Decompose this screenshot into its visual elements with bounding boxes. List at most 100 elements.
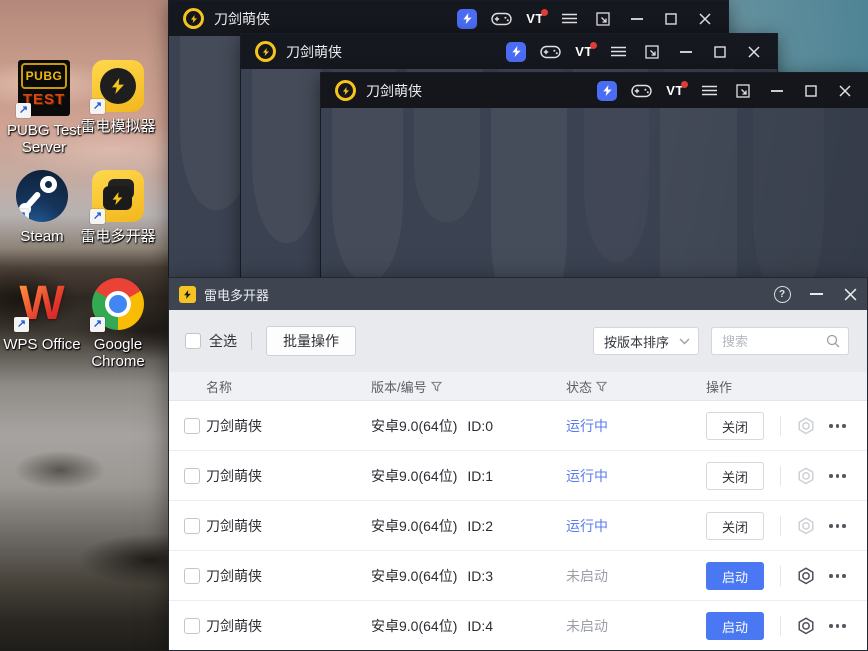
desktop-icon-label: Google Chrome — [91, 336, 145, 370]
stop-button[interactable]: 关闭 — [706, 512, 764, 540]
status-badge: 运行中 — [566, 518, 608, 534]
select-all-label: 全选 — [209, 333, 237, 349]
status-badge: 未启动 — [566, 618, 608, 634]
divider — [780, 516, 781, 536]
maximize-button[interactable] — [703, 34, 737, 69]
sort-dropdown[interactable]: 按版本排序 — [593, 327, 699, 355]
settings-gear-icon[interactable] — [797, 567, 815, 585]
dock-window-icon[interactable] — [635, 34, 669, 69]
column-header-version: 版本/编号 — [371, 372, 442, 401]
settings-gear-icon[interactable] — [797, 617, 815, 635]
instance-id: ID:1 — [467, 468, 494, 484]
start-button[interactable]: 启动 — [706, 562, 764, 590]
row-checkbox[interactable] — [184, 568, 200, 584]
divider — [780, 466, 781, 486]
dock-window-icon[interactable] — [726, 73, 760, 108]
select-all-checkbox[interactable] — [185, 333, 201, 349]
more-options-icon[interactable] — [829, 572, 849, 580]
desktop-icon-google-chrome[interactable]: ↗ Google Chrome — [70, 278, 166, 370]
more-options-icon[interactable] — [829, 522, 849, 530]
instance-list: 刀剑萌侠 安卓9.0(64位) ID:0 运行中 关闭 刀剑萌侠 安卓9.0(6… — [169, 401, 867, 650]
boost-button[interactable] — [499, 34, 533, 69]
gamepad-icon[interactable] — [624, 73, 658, 108]
row-checkbox[interactable] — [184, 618, 200, 634]
instance-version: 安卓9.0(64位) ID:1 — [371, 468, 494, 484]
sort-dropdown-value: 按版本排序 — [604, 334, 670, 350]
batch-operations-button[interactable]: 批量操作 — [266, 326, 356, 356]
desktop-icon-ldplayer[interactable]: ↗ 雷电模拟器 — [70, 60, 166, 135]
more-options-icon[interactable] — [829, 472, 849, 480]
notification-dot — [590, 42, 597, 49]
boost-button[interactable] — [590, 73, 624, 108]
vt-button[interactable]: VT — [567, 34, 601, 69]
instance-name: 刀剑萌侠 — [206, 518, 262, 534]
row-checkbox[interactable] — [184, 418, 200, 434]
notification-dot — [541, 9, 548, 16]
menu-icon[interactable] — [692, 73, 726, 108]
lightning-icon — [103, 186, 132, 210]
emulator-splash-screen — [321, 108, 868, 277]
stop-button[interactable]: 关闭 — [706, 462, 764, 490]
gamepad-icon[interactable] — [533, 34, 567, 69]
minimize-button[interactable] — [669, 34, 703, 69]
menu-icon[interactable] — [552, 1, 586, 36]
window-title: 刀剑萌侠 — [286, 43, 342, 60]
close-button[interactable] — [688, 1, 722, 36]
instance-id: ID:4 — [467, 618, 494, 634]
instance-row: 刀剑萌侠 安卓9.0(64位) ID:4 未启动 启动 — [169, 601, 867, 650]
help-button[interactable]: ? — [765, 278, 799, 310]
instance-id: ID:3 — [467, 568, 494, 584]
filter-icon[interactable] — [430, 381, 442, 392]
ldplayer-logo-icon — [335, 80, 356, 101]
settings-gear-icon[interactable] — [797, 467, 815, 485]
desktop-icon-ld-multiplayer[interactable]: ↗ 雷电多开器 — [70, 170, 166, 245]
settings-gear-icon[interactable] — [797, 517, 815, 535]
maximize-button[interactable] — [794, 73, 828, 108]
maximize-button[interactable] — [654, 1, 688, 36]
close-button[interactable] — [833, 278, 867, 310]
start-button[interactable]: 启动 — [706, 612, 764, 640]
vt-button[interactable]: VT — [518, 1, 552, 36]
ldplayer-logo-icon — [183, 8, 204, 29]
close-button[interactable] — [828, 73, 862, 108]
minimize-button[interactable] — [620, 1, 654, 36]
search-input[interactable] — [714, 329, 826, 353]
gamepad-icon[interactable] — [484, 1, 518, 36]
steam-icon: ↗ — [16, 170, 68, 222]
minimize-button[interactable] — [760, 73, 794, 108]
menu-icon[interactable] — [601, 34, 635, 69]
stop-button[interactable]: 关闭 — [706, 412, 764, 440]
window-title: 刀剑萌侠 — [366, 82, 422, 99]
vt-button[interactable]: VT — [658, 73, 692, 108]
table-header: 名称 版本/编号 状态 操作 — [169, 372, 867, 401]
more-options-icon[interactable] — [829, 622, 849, 630]
instance-version: 安卓9.0(64位) ID:2 — [371, 518, 494, 534]
emulator-titlebar[interactable]: 刀剑萌侠 VT — [321, 73, 868, 108]
desktop-icon-label: 雷电多开器 — [80, 228, 156, 245]
row-checkbox[interactable] — [184, 468, 200, 484]
dock-window-icon[interactable] — [586, 1, 620, 36]
instance-row: 刀剑萌侠 安卓9.0(64位) ID:0 运行中 关闭 — [169, 401, 867, 451]
manager-titlebar[interactable]: 雷电多开器 ? — [169, 278, 867, 310]
chevron-down-icon — [679, 338, 690, 344]
boost-button[interactable] — [450, 1, 484, 36]
settings-gear-icon[interactable] — [797, 417, 815, 435]
emulator-window-3: 刀剑萌侠 VT — [320, 72, 868, 278]
emulator-titlebar[interactable]: 刀剑萌侠 VT — [241, 34, 777, 69]
close-button[interactable] — [737, 34, 771, 69]
row-checkbox[interactable] — [184, 518, 200, 534]
status-badge: 运行中 — [566, 468, 608, 484]
filter-icon[interactable] — [596, 381, 608, 392]
shortcut-arrow-icon: ↗ — [90, 317, 105, 332]
ld-multiplayer-icon: ↗ — [90, 170, 144, 224]
minimize-button[interactable] — [799, 278, 833, 310]
ldplayer-icon: ↗ — [90, 60, 144, 114]
instance-version: 安卓9.0(64位) ID:3 — [371, 568, 494, 584]
window-title: 雷电多开器 — [204, 287, 270, 303]
more-options-icon[interactable] — [829, 422, 849, 430]
ld-multiplayer-logo-icon — [179, 285, 196, 303]
emulator-titlebar[interactable]: 刀剑萌侠 VT — [169, 1, 728, 36]
instance-id: ID:2 — [467, 518, 494, 534]
multi-instance-manager-window: 雷电多开器 ? 全选 批量操作 按版本排序 名称 版本/编号 — [168, 277, 868, 651]
search-icon — [826, 334, 840, 348]
